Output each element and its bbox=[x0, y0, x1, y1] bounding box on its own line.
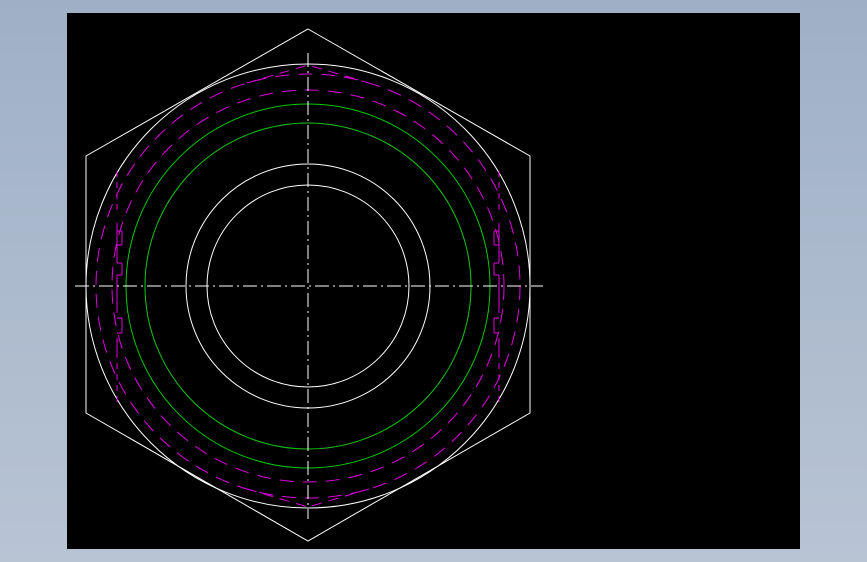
cad-viewport[interactable] bbox=[67, 13, 800, 549]
hidden-side-left bbox=[116, 171, 123, 403]
hex-nut-drawing bbox=[75, 28, 543, 542]
hidden-side-right bbox=[493, 171, 500, 403]
